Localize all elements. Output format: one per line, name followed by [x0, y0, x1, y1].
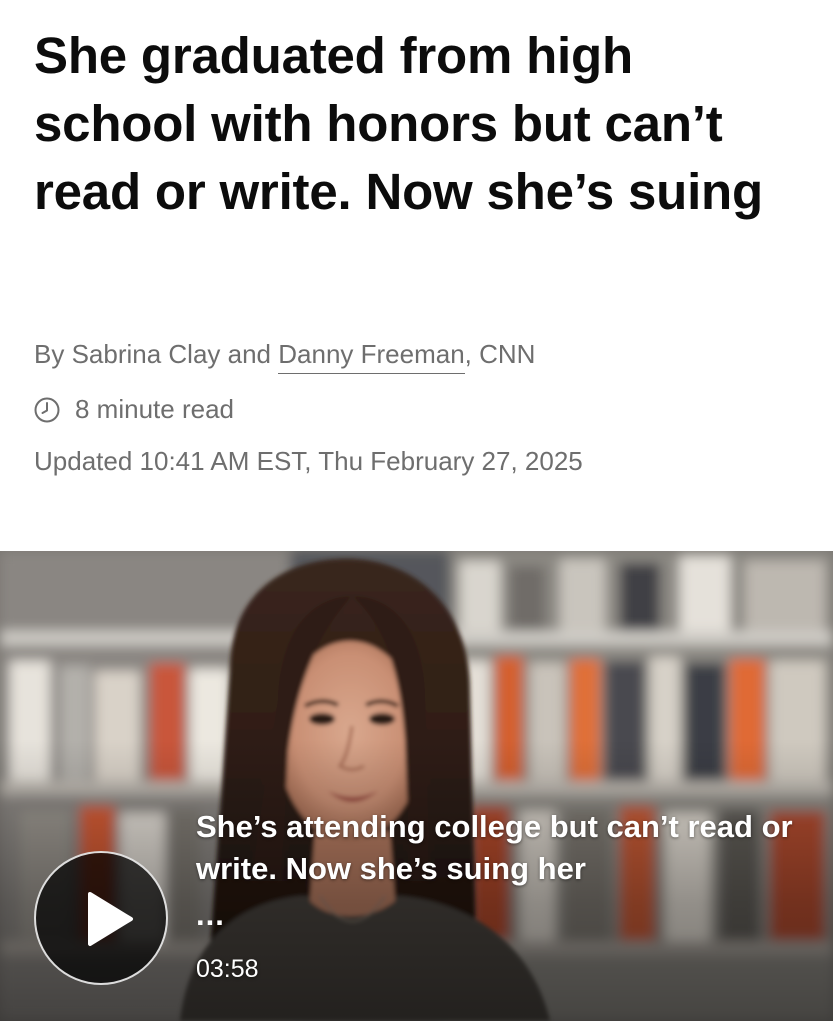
read-time: 8 minute read [34, 391, 234, 427]
byline: By Sabrina Clay and Danny Freeman, CNN [34, 336, 536, 374]
play-button[interactable] [34, 851, 168, 985]
video-caption-ellipsis: ... [196, 897, 225, 932]
article-headline: She graduated from high school with hono… [34, 27, 763, 220]
updated-timestamp: Updated 10:41 AM EST, Thu February 27, 2… [34, 446, 583, 476]
byline-prefix: By Sabrina Clay and [34, 339, 279, 369]
clock-icon [34, 396, 60, 423]
article-page: She graduated from high school with hono… [0, 0, 833, 1023]
video-caption[interactable]: She’s attending college but can’t read o… [196, 806, 806, 890]
video-duration: 03:58 [196, 955, 259, 983]
author-link-danny-freeman[interactable]: Danny Freeman [278, 339, 465, 374]
byline-suffix: , CNN [464, 339, 536, 369]
read-time-label: 8 minute read [75, 394, 234, 424]
play-icon [88, 892, 133, 946]
video-player[interactable]: She’s attending college but can’t read o… [0, 551, 833, 1021]
